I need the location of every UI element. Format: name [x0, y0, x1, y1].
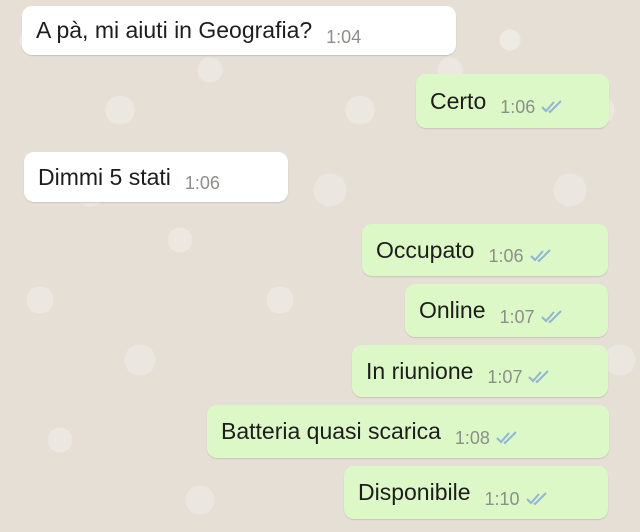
message-time: 1:08 [454, 427, 490, 448]
message-text: Disponibile [358, 479, 471, 505]
message-time: 1:06 [488, 246, 524, 266]
message-text: Dimmi 5 stati [38, 163, 171, 190]
message-time: 1:06 [184, 173, 220, 193]
message-text: Batteria quasi scarica [221, 418, 441, 444]
message-meta: 1:06 [185, 174, 220, 192]
chat-area: A pà, mi aiuti in Geografia? 1:04 Certo … [0, 0, 640, 532]
message-time: 1:07 [487, 367, 523, 387]
message-bubble[interactable]: In riunione 1:07 [352, 345, 608, 397]
message-bubble[interactable]: Disponibile 1:10 [344, 466, 608, 519]
message-time: 1:10 [484, 488, 520, 509]
message-bubble[interactable]: Dimmi 5 stati 1:06 [24, 152, 288, 202]
double-check-icon [496, 430, 517, 444]
double-check-icon [528, 370, 550, 384]
message-time: 1:04 [326, 26, 362, 47]
message-text: Online [419, 297, 486, 323]
message-meta: 1:08 [455, 429, 518, 447]
message-meta: 1:06 [488, 247, 551, 265]
double-check-icon [541, 100, 563, 114]
message-time: 1:06 [500, 97, 536, 117]
message-meta: 1:10 [485, 490, 548, 508]
message-text: Certo [430, 87, 487, 114]
message-text: A pà, mi aiuti in Geografia? [36, 17, 313, 43]
message-bubble[interactable]: A pà, mi aiuti in Geografia? 1:04 [22, 6, 456, 55]
double-check-icon [525, 491, 547, 505]
message-bubble[interactable]: Batteria quasi scarica 1:08 [207, 405, 609, 458]
double-check-icon [529, 249, 551, 263]
message-meta: 1:07 [487, 368, 550, 386]
message-bubble[interactable]: Online 1:07 [405, 284, 608, 337]
message-time: 1:07 [499, 306, 535, 327]
message-bubble[interactable]: Certo 1:06 [416, 74, 609, 128]
message-meta: 1:06 [500, 98, 563, 116]
message-meta: 1:07 [499, 308, 562, 326]
message-text: In riunione [366, 357, 474, 384]
message-meta: 1:04 [326, 28, 361, 46]
message-text: Occupato [376, 236, 475, 263]
double-check-icon [540, 309, 562, 323]
message-bubble[interactable]: Occupato 1:06 [362, 224, 608, 276]
